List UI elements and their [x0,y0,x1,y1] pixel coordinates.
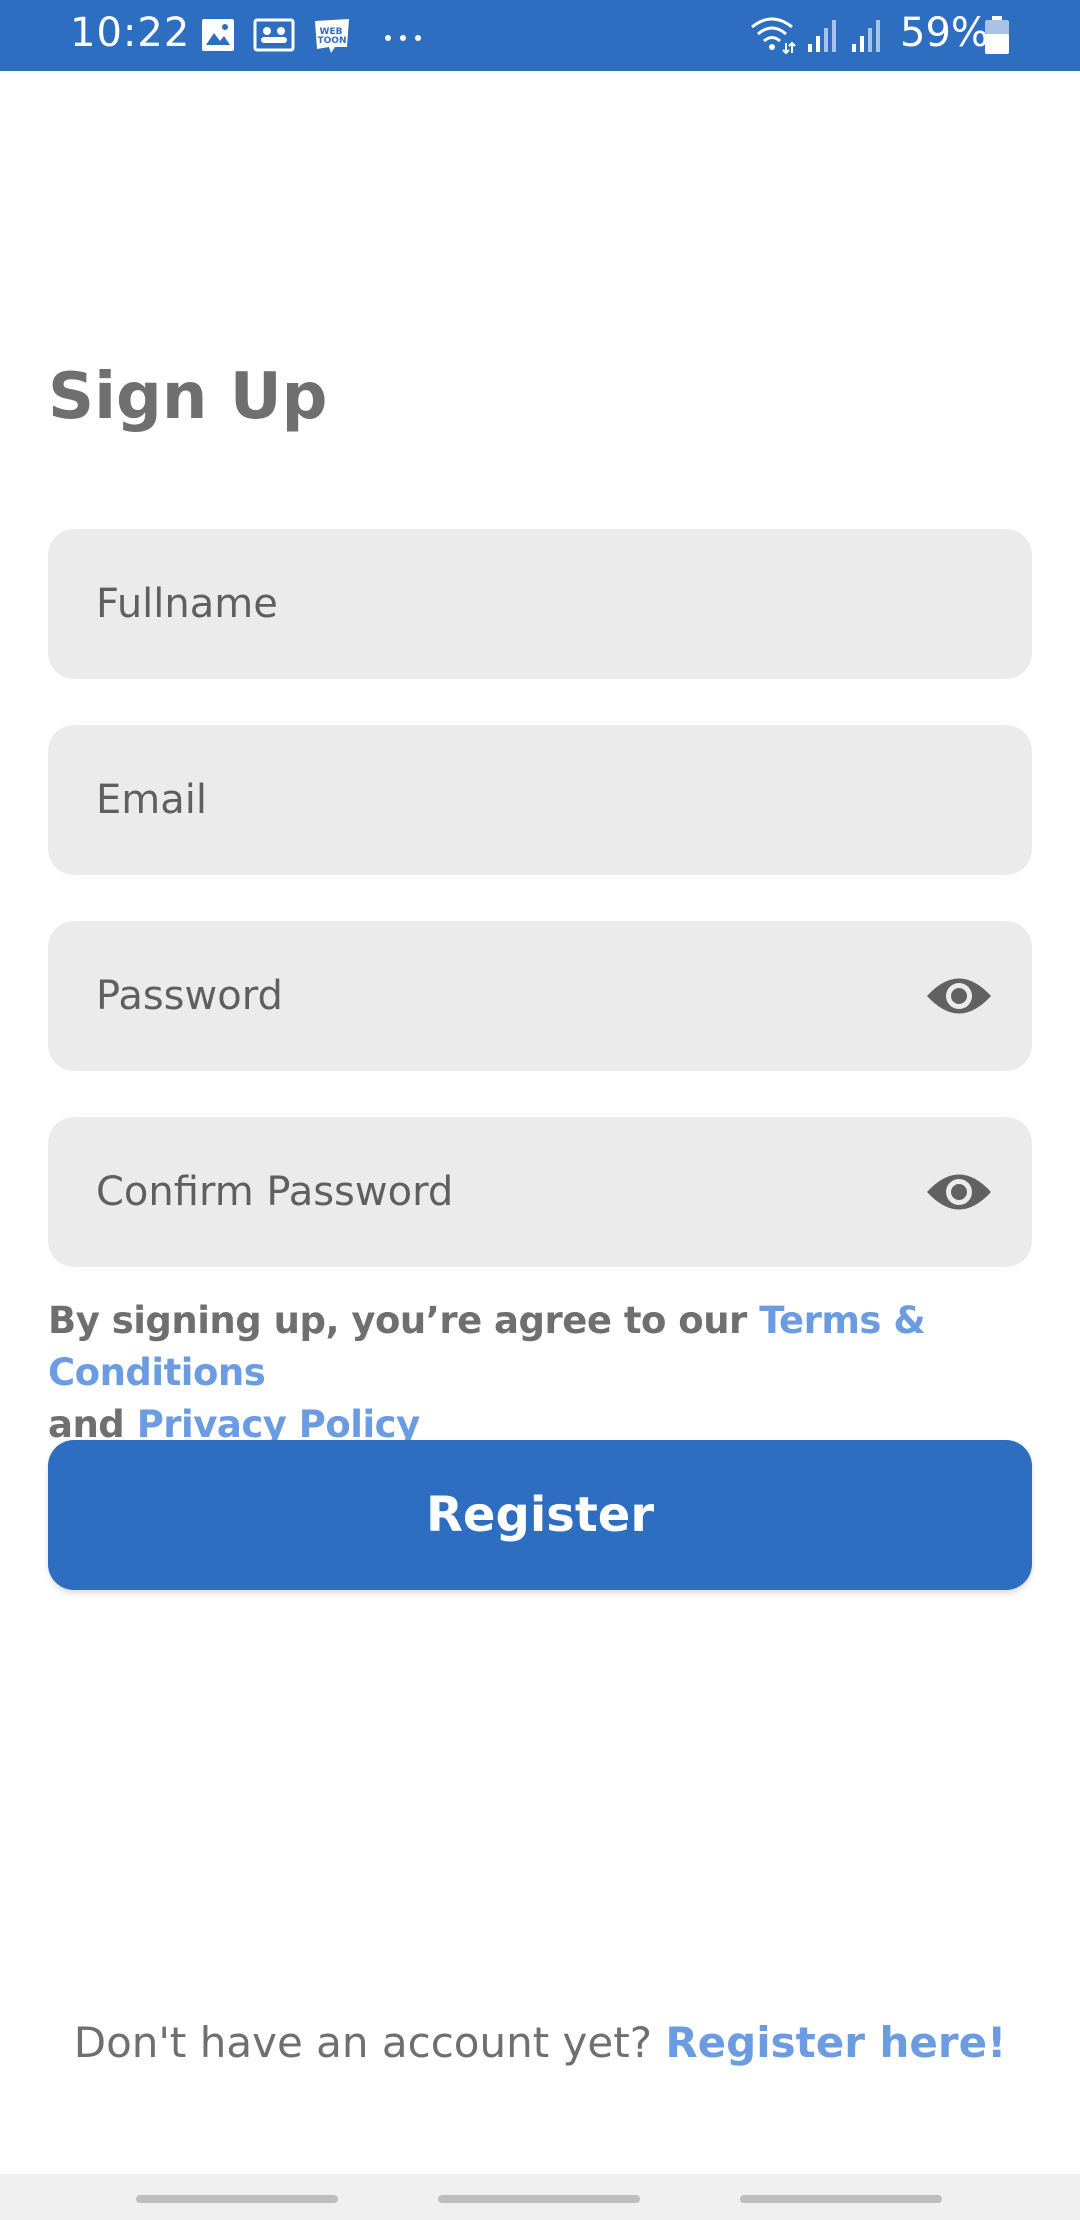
signal-icon [850,18,882,59]
nav-handle-left[interactable] [136,2195,338,2203]
register-here-link[interactable]: Register here! [665,2018,1006,2067]
webtoon-icon: WEB TOON [311,17,353,60]
nav-handle-center[interactable] [438,2195,640,2203]
confirm-password-field[interactable] [48,1117,1032,1267]
fullname-field[interactable] [48,529,1032,679]
email-input[interactable] [48,725,1032,875]
group-icon [253,17,295,58]
register-button[interactable]: Register [48,1440,1032,1590]
nav-handle-right[interactable] [740,2195,942,2203]
gallery-icon [200,17,236,58]
agreement-prefix: By signing up, you’re agree to our [48,1299,760,1342]
footer-prompt: Don't have an account yet? Register here… [0,2018,1080,2067]
status-time: 10:22 [70,10,191,56]
agreement-text: By signing up, you’re agree to our Terms… [48,1295,1048,1451]
signal-icon [806,18,838,59]
page-title: Sign Up [48,360,328,434]
footer-prompt-text: Don't have an account yet? [73,2018,666,2067]
navigation-bar [0,2174,1080,2220]
eye-icon[interactable] [924,1167,994,1217]
battery-percentage: 59% [900,10,989,56]
password-input[interactable] [48,921,1032,1071]
svg-text:TOON: TOON [318,36,347,46]
battery-icon [984,16,1010,61]
confirm-password-input[interactable] [48,1117,1032,1267]
eye-icon[interactable] [924,971,994,1021]
email-field[interactable] [48,725,1032,875]
more-dots-icon [383,30,423,48]
wifi-icon [748,15,798,60]
password-field[interactable] [48,921,1032,1071]
fullname-input[interactable] [48,529,1032,679]
status-bar: 10:22 WEB TOON 59% [0,0,1080,71]
